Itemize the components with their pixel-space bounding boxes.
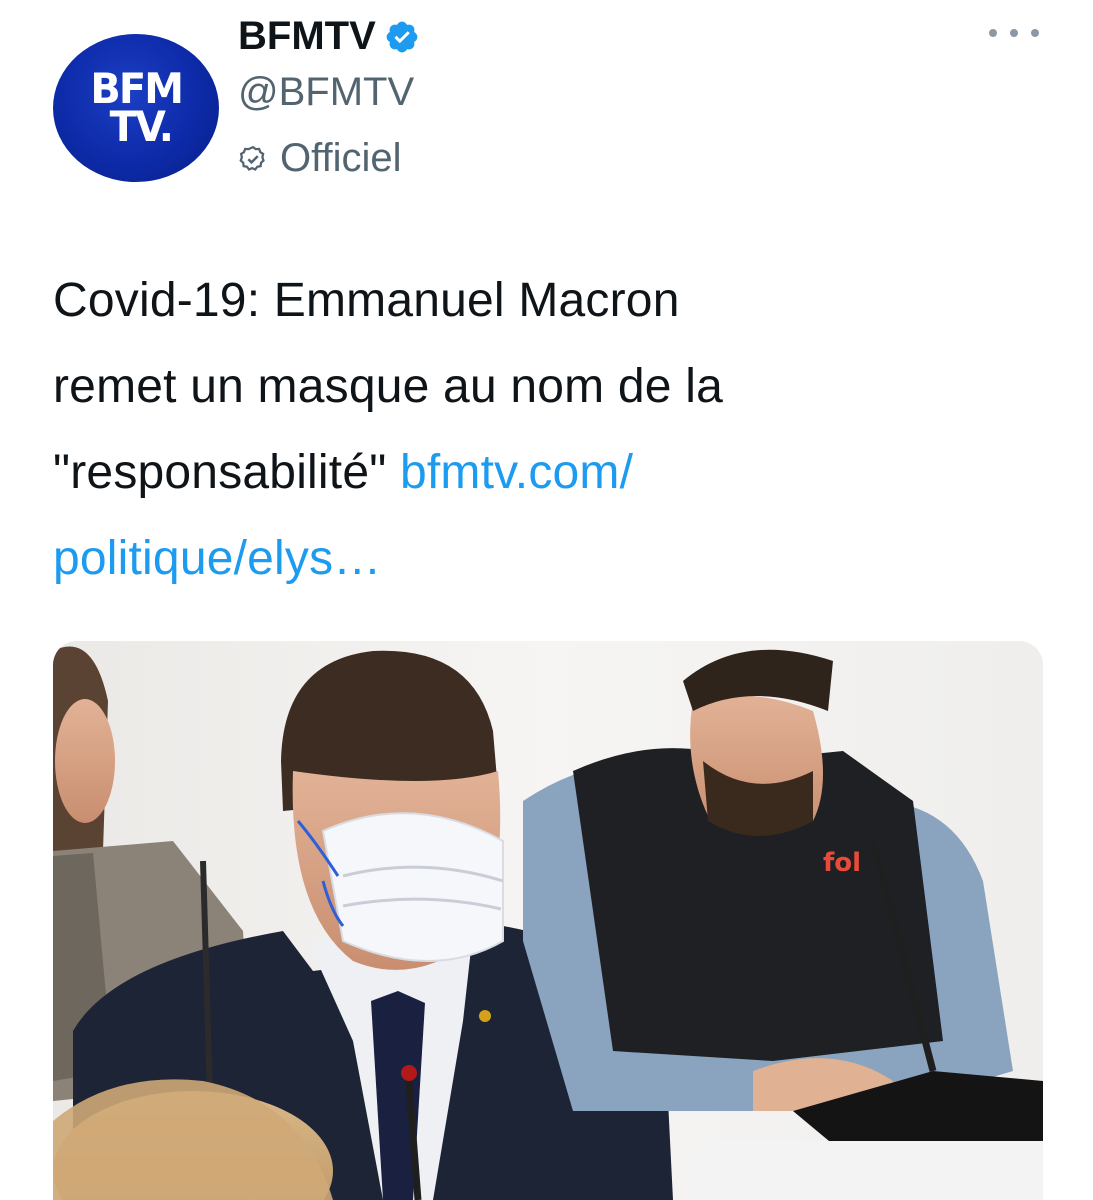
- avatar-logo-line2: TV.: [109, 102, 174, 151]
- display-name-row[interactable]: BFMTV: [238, 14, 420, 59]
- photo-illustration: fol: [53, 641, 1043, 1200]
- tweet-link[interactable]: bfmtv.com/: [400, 446, 633, 499]
- official-label: Officiel: [280, 136, 402, 180]
- official-label-icon: [239, 145, 265, 171]
- tweet-text-line: "responsabilité" bfmtv.com/: [53, 430, 1043, 516]
- tweet-text: Covid-19: Emmanuel Macron remet un masqu…: [53, 258, 1043, 602]
- handle[interactable]: @BFMTV: [238, 70, 414, 115]
- tweet-text-line: Covid-19: Emmanuel Macron: [53, 274, 680, 327]
- tweet-text-line: remet un masque au nom de la: [53, 360, 723, 413]
- display-name[interactable]: BFMTV: [238, 14, 376, 59]
- more-options-icon: [989, 29, 997, 37]
- more-options-dot: [1031, 29, 1039, 37]
- avatar[interactable]: BFM TV.: [53, 34, 219, 182]
- tweet-media-photo[interactable]: fol: [53, 641, 1043, 1200]
- tweet-text-quote: "responsabilité": [53, 446, 400, 499]
- tweet-link-continued[interactable]: politique/elys…: [53, 532, 382, 585]
- verified-badge-icon: [386, 21, 418, 52]
- more-options-dot: [1010, 29, 1018, 37]
- more-options-button[interactable]: [989, 18, 1039, 48]
- tweet-text-line: politique/elys…: [53, 516, 1043, 602]
- svg-text:fol: fol: [823, 848, 861, 878]
- official-label-row: Officiel: [238, 136, 402, 181]
- tweet-card: BFM TV. BFMTV @BFMTV Officiel Covid-19: …: [0, 0, 1093, 1200]
